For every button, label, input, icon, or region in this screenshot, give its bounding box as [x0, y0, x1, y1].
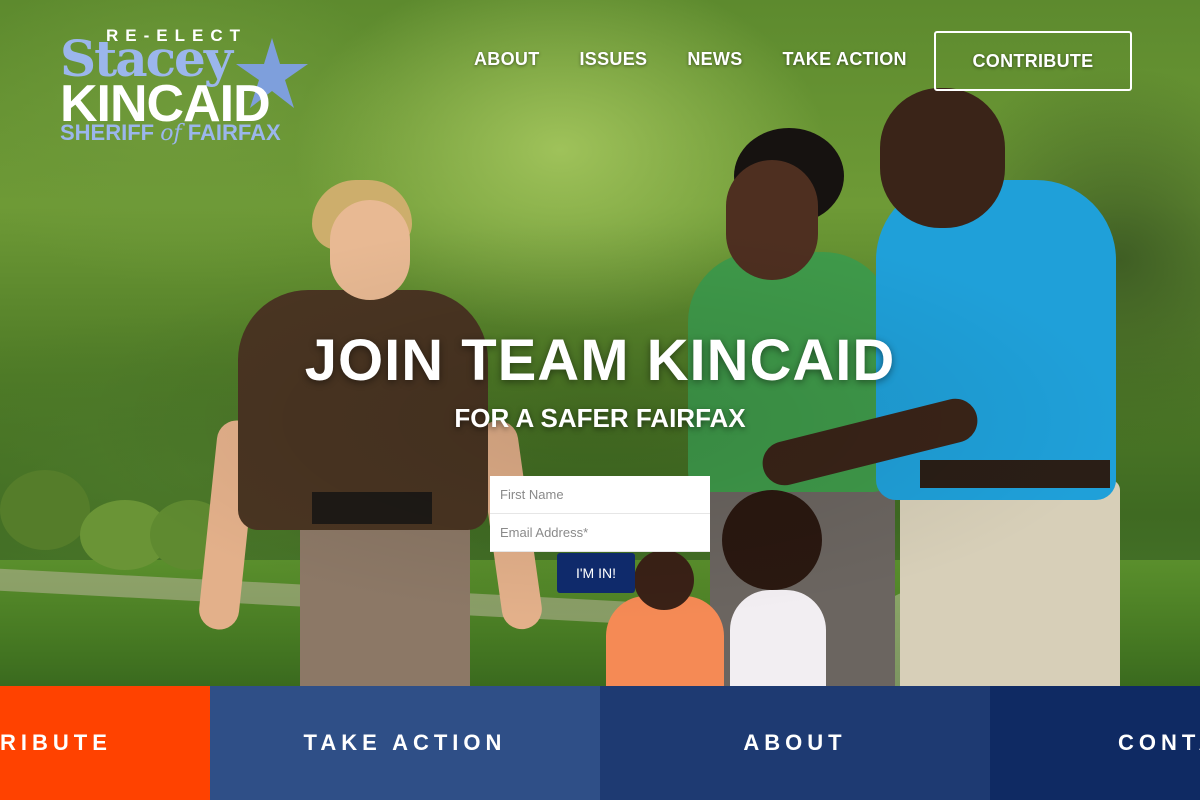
nav-take-action[interactable]: TAKE ACTION: [783, 48, 907, 70]
nav-news[interactable]: NEWS: [687, 48, 742, 70]
top-nav: ABOUT ISSUES NEWS TAKE ACTION: [474, 48, 947, 70]
im-in-button[interactable]: I'M IN!: [557, 553, 635, 593]
bottom-nav-take-action[interactable]: TAKE ACTION: [210, 686, 600, 800]
logo-office-title: SHERIFF: [60, 120, 155, 145]
campaign-logo[interactable]: RE-ELECT Stacey KINCAID SHERIFF of FAIRF…: [60, 26, 310, 156]
signup-form: I'M IN!: [490, 476, 710, 593]
logo-county: FAIRFAX: [187, 120, 281, 145]
nav-issues[interactable]: ISSUES: [580, 48, 648, 70]
nav-about[interactable]: ABOUT: [474, 48, 540, 70]
first-name-field[interactable]: [490, 476, 710, 514]
bottom-nav-about[interactable]: ABOUT: [600, 686, 990, 800]
bottom-nav-contact[interactable]: CONTA: [990, 686, 1200, 800]
email-field[interactable]: [490, 514, 710, 552]
contribute-button[interactable]: CONTRIBUTE: [934, 31, 1132, 91]
bottom-nav-bar: RIBUTE TAKE ACTION ABOUT CONTA: [0, 686, 1200, 800]
hero-subhead: FOR A SAFER FAIRFAX: [454, 403, 746, 433]
logo-office: SHERIFF of FAIRFAX: [60, 122, 281, 145]
hero-headline: JOIN TEAM KINCAID: [304, 328, 896, 393]
bottom-nav-contribute[interactable]: RIBUTE: [0, 686, 210, 800]
logo-of: of: [160, 121, 182, 146]
